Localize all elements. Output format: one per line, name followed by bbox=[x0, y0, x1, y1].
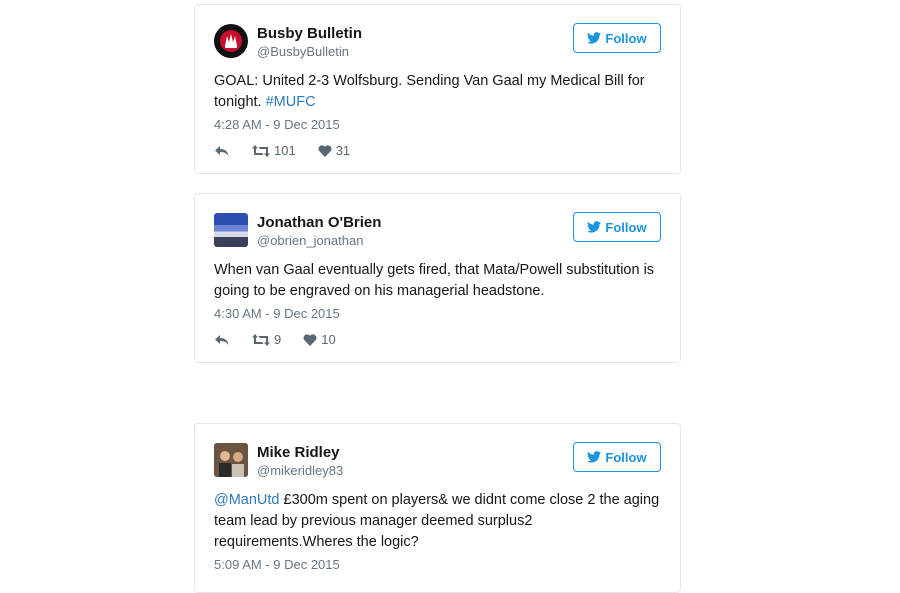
mention-link[interactable]: @ManUtd bbox=[214, 492, 280, 508]
retweet-icon bbox=[252, 333, 270, 346]
retweet-button[interactable]: 9 bbox=[252, 332, 281, 347]
tweet-text-body: When van Gaal eventually gets fired, tha… bbox=[214, 262, 655, 299]
tweet-card: Busby Bulletin @BusbyBulletin Follow GOA… bbox=[194, 4, 681, 174]
like-count: 10 bbox=[321, 332, 336, 347]
hashtag-link[interactable]: #MUFC bbox=[266, 94, 316, 110]
follow-label: Follow bbox=[605, 30, 647, 46]
follow-label: Follow bbox=[605, 449, 647, 465]
follow-button[interactable]: Follow bbox=[573, 442, 661, 472]
retweet-count: 9 bbox=[274, 332, 282, 347]
avatar[interactable] bbox=[214, 213, 248, 247]
like-button[interactable]: 31 bbox=[318, 143, 350, 158]
retweet-count: 101 bbox=[274, 143, 296, 158]
avatar[interactable] bbox=[214, 443, 248, 477]
tweet-text-body: £300m spent on players& we didnt come cl… bbox=[214, 492, 660, 550]
reply-button[interactable] bbox=[214, 145, 230, 157]
author-name[interactable]: Busby Bulletin bbox=[257, 25, 362, 42]
like-count: 31 bbox=[335, 143, 351, 158]
reply-icon bbox=[214, 334, 230, 346]
follow-button[interactable]: Follow bbox=[573, 212, 661, 242]
twitter-bird-icon bbox=[587, 451, 602, 463]
twitter-bird-icon bbox=[587, 32, 602, 44]
reply-button[interactable] bbox=[214, 334, 230, 346]
retweet-button[interactable]: 101 bbox=[252, 143, 296, 158]
tweet-text: @ManUtd £300m spent on players& we didnt… bbox=[214, 490, 661, 553]
heart-icon bbox=[303, 333, 317, 346]
author-handle[interactable]: @mikeridley83 bbox=[257, 463, 343, 478]
tweet-card: Jonathan O'Brien @obrien_jonathan Follow… bbox=[194, 193, 681, 363]
follow-button[interactable]: Follow bbox=[573, 23, 661, 53]
avatar[interactable] bbox=[214, 24, 248, 58]
author-name[interactable]: Jonathan O'Brien bbox=[257, 214, 381, 231]
heart-icon bbox=[318, 144, 332, 157]
tweet-card: Mike Ridley @mikeridley83 Follow @ManUtd… bbox=[194, 423, 681, 593]
timestamp[interactable]: 4:28 AM - 9 Dec 2015 bbox=[214, 117, 340, 132]
tweet-actions: 9 10 bbox=[214, 332, 358, 347]
tweet-text: When van Gaal eventually gets fired, tha… bbox=[214, 260, 661, 302]
follow-label: Follow bbox=[605, 219, 647, 235]
twitter-bird-icon bbox=[587, 221, 602, 233]
author-handle[interactable]: @BusbyBulletin bbox=[257, 44, 349, 59]
tweet-text: GOAL: United 2-3 Wolfsburg. Sending Van … bbox=[214, 71, 661, 113]
retweet-icon bbox=[252, 144, 270, 157]
like-button[interactable]: 10 bbox=[303, 332, 336, 347]
author-handle[interactable]: @obrien_jonathan bbox=[257, 233, 363, 248]
timestamp[interactable]: 4:30 AM - 9 Dec 2015 bbox=[214, 306, 340, 321]
reply-icon bbox=[214, 145, 230, 157]
timestamp[interactable]: 5:09 AM - 9 Dec 2015 bbox=[214, 557, 340, 572]
author-name[interactable]: Mike Ridley bbox=[257, 444, 340, 461]
tweet-actions: 101 31 bbox=[214, 143, 372, 158]
